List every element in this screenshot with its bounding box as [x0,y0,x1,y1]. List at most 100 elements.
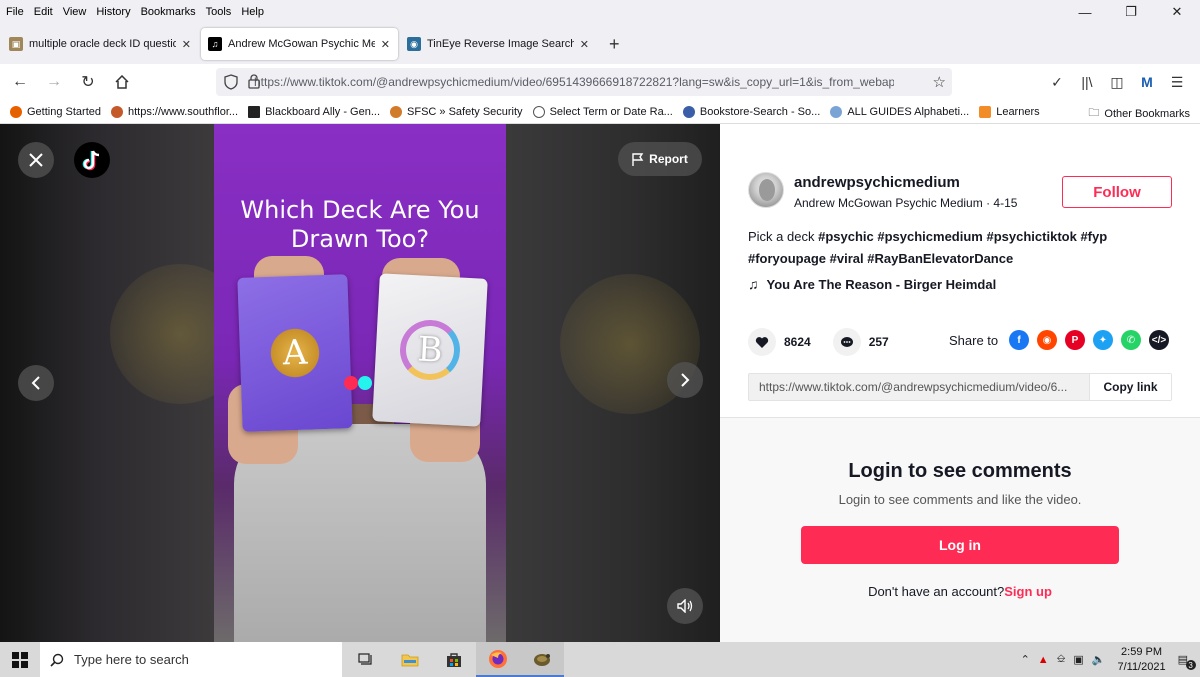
signup-link[interactable]: Sign up [1004,584,1052,599]
previous-video-button[interactable] [18,365,54,401]
caption-line: Which Deck Are You [240,196,480,224]
bookmark-star-icon[interactable]: ☆ [933,73,946,91]
follow-button[interactable]: Follow [1062,176,1172,208]
bookmark-sfsc[interactable]: SFSC » Safety Security [390,105,523,118]
notification-center-icon[interactable]: ▤ 3 [1178,653,1196,670]
restore-icon[interactable]: ❐ [1108,0,1154,24]
tab-oracle-question[interactable]: ▣ multiple oracle deck ID question ✕ [2,28,199,60]
login-button[interactable]: Log in [801,526,1119,564]
sidebar-icon[interactable]: ◫ [1102,68,1132,96]
close-window-icon[interactable]: ✕ [1154,0,1200,24]
whatsapp-icon[interactable]: ✆ [1121,330,1141,350]
app-taskbar-icon[interactable] [520,642,564,677]
display-name: Andrew McGowan Psychic Medium [794,196,983,210]
engagement-stats: 8624 257 [748,328,911,356]
menu-file[interactable]: File [0,6,29,18]
taskbar-clock[interactable]: 2:59 PM 7/11/2021 [1117,645,1165,675]
hashtag-link[interactable]: #psychic [818,229,874,244]
close-tab-icon[interactable]: ✕ [381,38,390,51]
bookmark-southflorida[interactable]: https://www.southflor... [111,105,238,118]
video-frame: Which Deck Are You Drawn Too? A B [214,124,506,642]
store-icon[interactable] [432,642,476,677]
tab-tiktok[interactable]: ♫ Andrew McGowan Psychic Medium ✕ [201,28,398,60]
hashtag-link[interactable]: #foryoupage [748,251,826,266]
pinterest-icon[interactable]: P [1065,330,1085,350]
hashtag-link[interactable]: #fyp [1080,229,1107,244]
menu-history[interactable]: History [91,6,135,18]
pocket-icon[interactable]: ✓ [1042,68,1072,96]
no-account-text: Don't have an account? [868,584,1005,599]
show-hidden-icons[interactable]: ⌃ [1021,653,1030,666]
site-icon [682,105,695,118]
close-video-button[interactable] [18,142,54,178]
hashtag-link[interactable]: #viral [830,251,864,266]
share-link-text[interactable]: https://www.tiktok.com/@andrewpsychicmed… [749,380,1089,394]
chevron-left-icon [31,376,40,390]
address-bar[interactable]: https://www.tiktok.com/@andrewpsychicmed… [216,68,952,96]
new-tab-icon[interactable]: + [599,34,630,55]
username[interactable]: andrewpsychicmedium [794,174,960,191]
bookmark-bookstore[interactable]: Bookstore-Search - So... [682,105,820,118]
other-bookmarks[interactable]: 🗀 Other Bookmarks [1088,104,1190,123]
tab-title: Andrew McGowan Psychic Medium [228,38,375,50]
like-button[interactable] [748,328,776,356]
extension-m-icon[interactable]: M [1132,68,1162,96]
bookmark-select-term[interactable]: Select Term or Date Ra... [532,105,673,118]
power-plug-icon[interactable]: ⎒ [1057,653,1066,666]
music-link[interactable]: ♫ You Are The Reason - Birger Heimdal [748,276,996,292]
volume-button[interactable] [667,588,703,624]
reddit-icon[interactable]: ◉ [1037,330,1057,350]
close-tab-icon[interactable]: ✕ [182,38,191,51]
menu-bookmarks[interactable]: Bookmarks [136,6,201,18]
next-video-button[interactable] [667,362,703,398]
forward-icon[interactable]: → [38,66,70,98]
bookmark-all-guides[interactable]: ALL GUIDES Alphabeti... [830,105,969,118]
taskbar-search[interactable]: Type here to search [40,642,342,677]
windows-start-button[interactable] [0,642,40,677]
comment-bubble-icon [840,336,853,347]
hashtag-link[interactable]: #RayBanElevatorDance [867,251,1013,266]
lock-icon[interactable] [248,74,260,92]
twitter-icon[interactable]: ✦ [1093,330,1113,350]
volume-tray-icon[interactable]: 🔈 [1092,653,1106,666]
menu-help[interactable]: Help [236,6,269,18]
post-date: 4-15 [993,196,1018,210]
d2l-icon [979,105,992,118]
bookmark-blackboard[interactable]: Blackboard Ally - Gen... [248,105,380,118]
minimize-icon[interactable]: — [1062,0,1108,24]
hashtag-link[interactable]: #psychicmedium [877,229,983,244]
avatar[interactable] [748,172,784,208]
menu-hamburger-icon[interactable]: ☰ [1162,68,1192,96]
acrobat-tray-icon[interactable]: ▲ [1038,654,1049,666]
tracking-shield-icon[interactable] [224,74,238,93]
bookmark-learners[interactable]: Learners [979,105,1040,118]
library-icon[interactable]: ||\ [1072,68,1102,96]
system-tray: ⌃ ▲ ⎒ ▣ 🔈 2:59 PM 7/11/2021 ▤ 3 [1017,642,1200,677]
comment-button[interactable] [832,328,861,356]
network-icon[interactable]: ▣ [1073,653,1083,666]
close-tab-icon[interactable]: ✕ [580,38,589,51]
embed-icon[interactable]: </> [1149,330,1169,350]
reload-icon[interactable]: ↻ [72,66,104,98]
back-icon[interactable]: ← [4,66,36,98]
home-icon[interactable] [106,66,138,98]
hashtag-link[interactable]: #psychictiktok [987,229,1077,244]
facebook-icon[interactable]: f [1009,330,1029,350]
card-letter: A [282,332,308,374]
site-icon [390,105,403,118]
copy-link-button[interactable]: Copy link [1089,374,1171,400]
loader-dot-red [344,376,358,390]
tiktok-logo-icon[interactable] [74,142,110,178]
share-link-box: https://www.tiktok.com/@andrewpsychicmed… [748,373,1172,401]
task-view-icon[interactable] [344,642,388,677]
menu-view[interactable]: View [58,6,92,18]
menu-tools[interactable]: Tools [201,6,237,18]
notification-count: 3 [1185,660,1196,670]
bookmark-getting-started[interactable]: Getting Started [10,105,101,118]
report-button[interactable]: Report [618,142,702,176]
tab-tineye[interactable]: ◉ TinEye Reverse Image Search ✕ [400,28,597,60]
video-player[interactable]: Which Deck Are You Drawn Too? A B Report [0,124,720,642]
firefox-taskbar-icon[interactable] [476,642,520,677]
menu-edit[interactable]: Edit [29,6,58,18]
file-explorer-icon[interactable] [388,642,432,677]
